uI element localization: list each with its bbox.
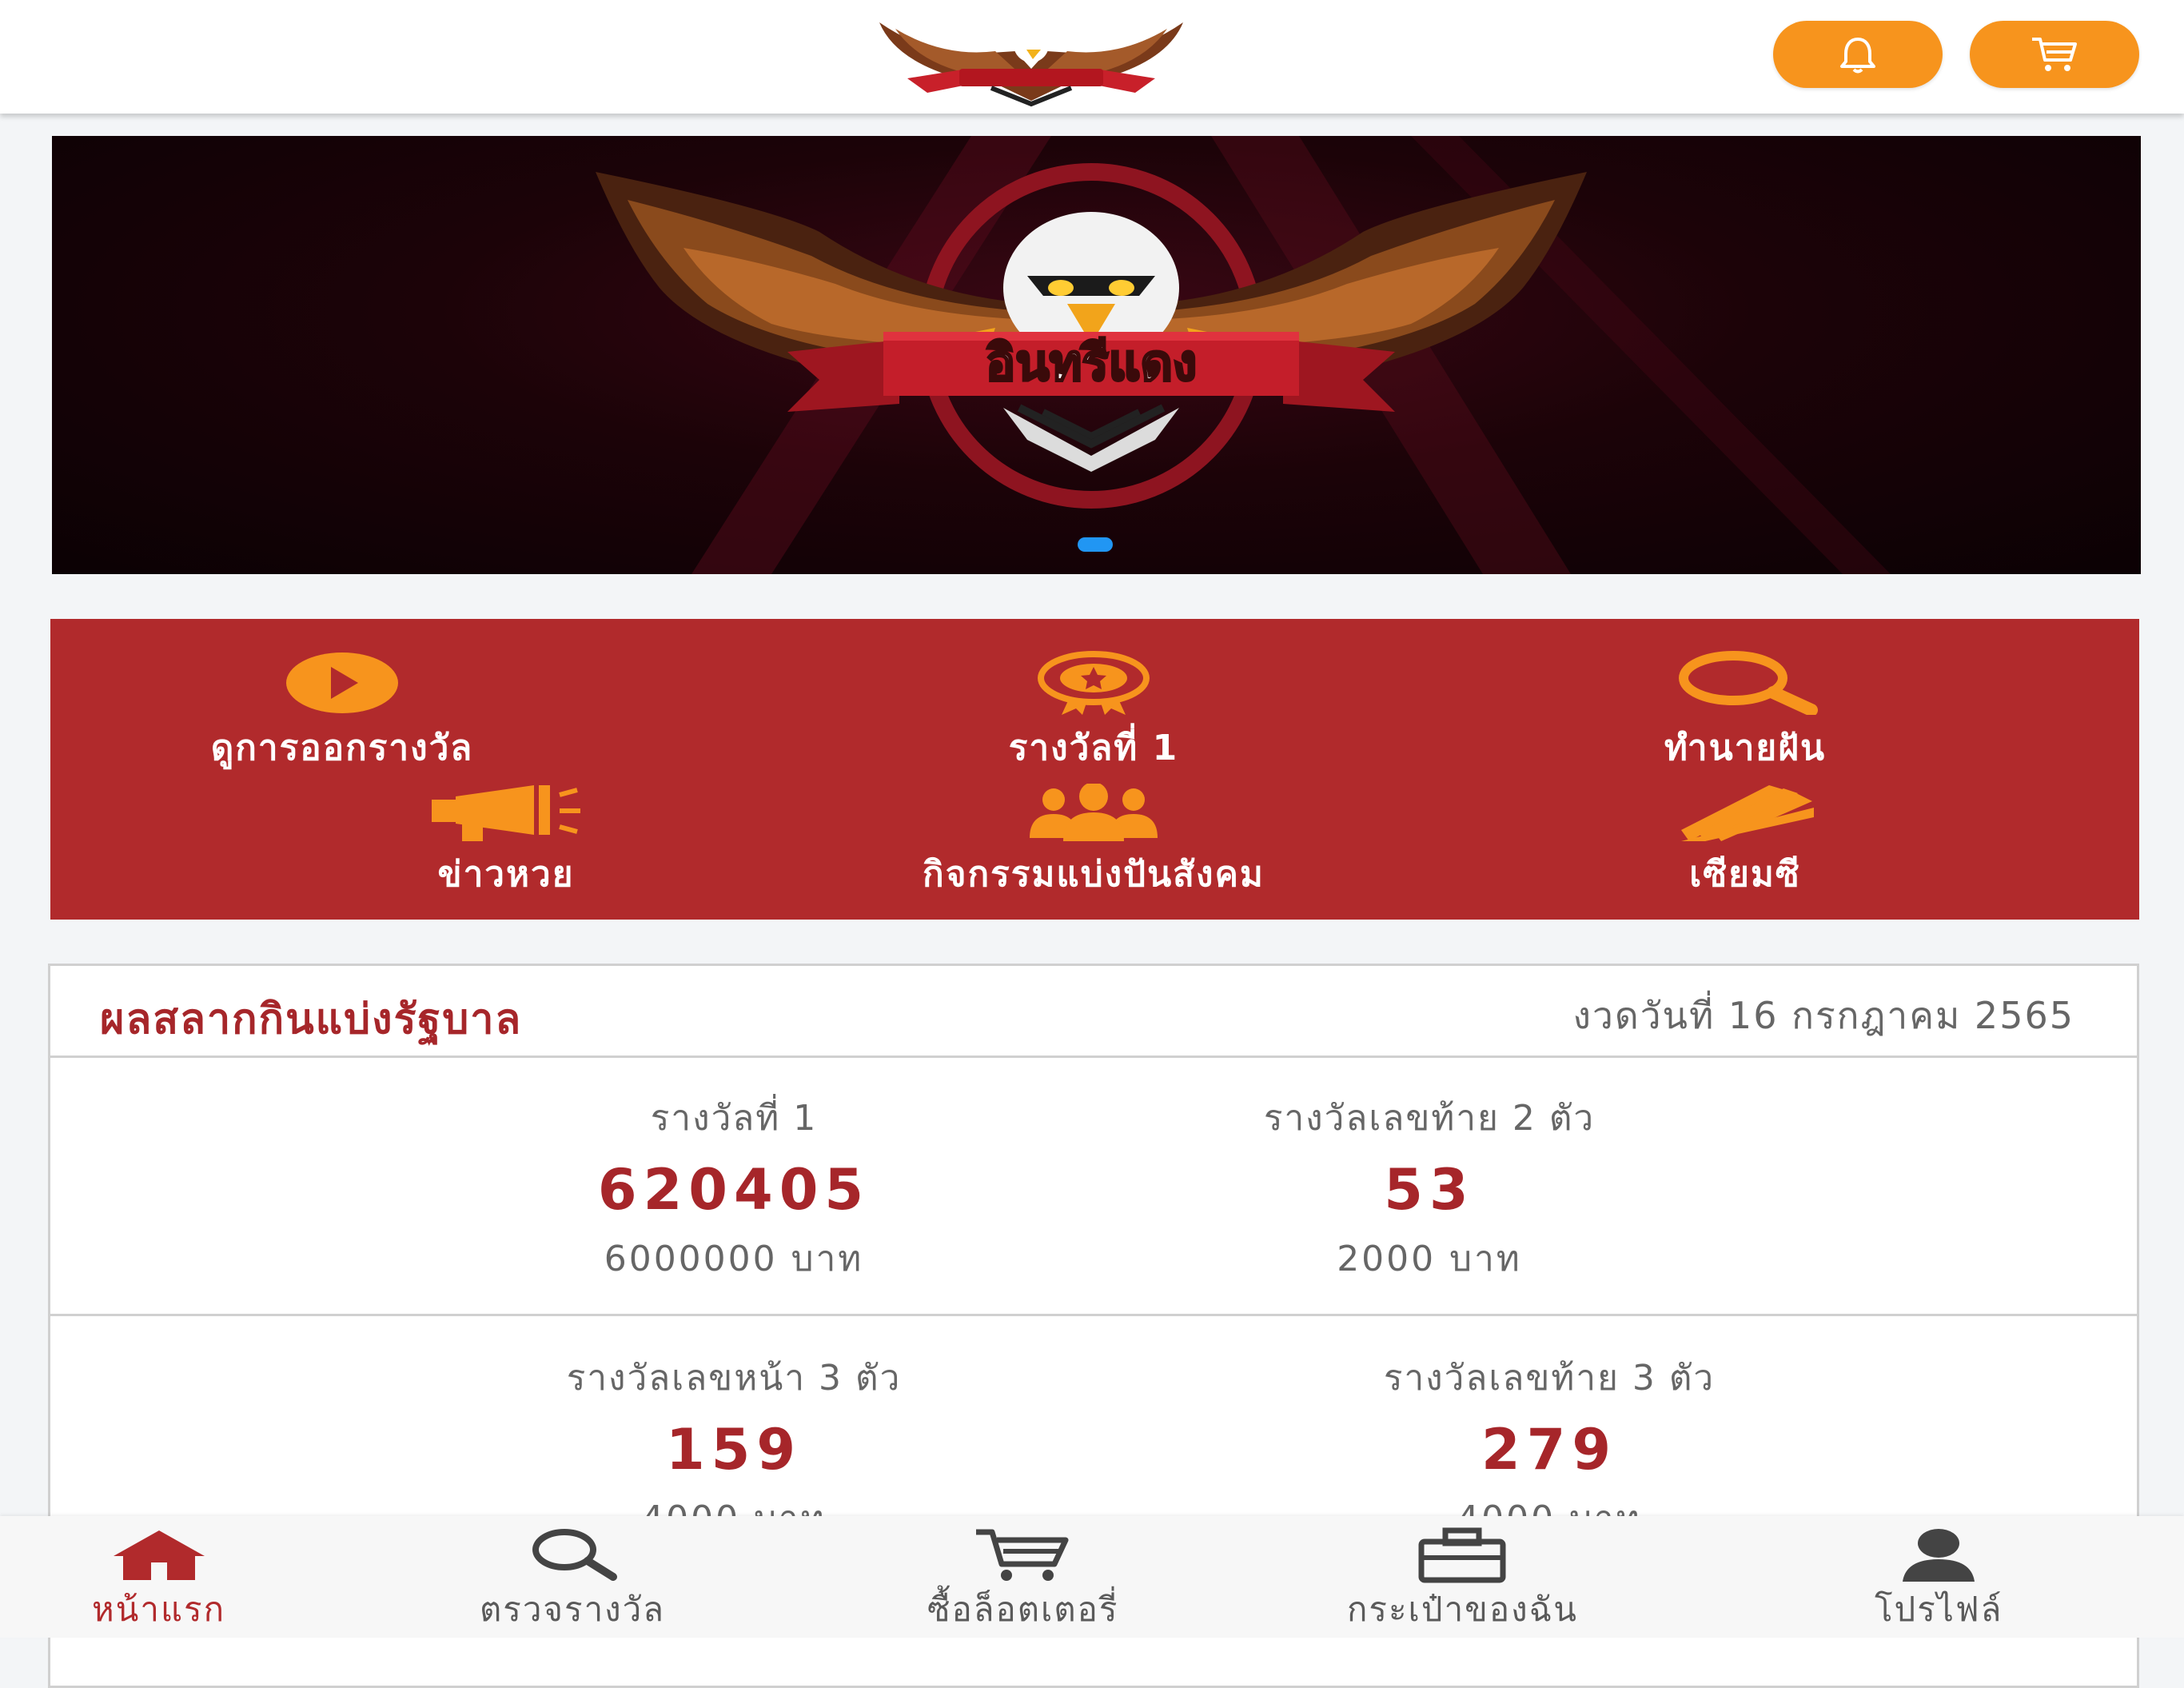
quick-menu-item-fortune-sticks[interactable]: เซียมซี — [1633, 784, 1857, 902]
results-title: ผลสลากกินแบ่งรัฐบาล — [100, 996, 523, 1044]
cart-icon — [2032, 38, 2077, 71]
nav-label: ซื้อล็อตเตอรี่ — [927, 1590, 1119, 1629]
banner-brand-text: อินทรีแดง — [986, 333, 1197, 392]
nav-label: กระเป๋าของฉัน — [1347, 1590, 1578, 1629]
nav-item-home[interactable]: หน้าแรก — [92, 1527, 225, 1636]
people-icon — [1030, 784, 1158, 841]
prize-label: รางวัลที่ 1 — [650, 1098, 818, 1139]
quick-menu-item-lottery-news[interactable]: ข่าวหวย — [346, 784, 666, 902]
card-divider — [50, 1314, 2137, 1316]
home-icon — [113, 1530, 205, 1580]
play-icon — [286, 652, 398, 713]
quick-menu-label: ทำนายฝัน — [1664, 728, 1827, 768]
nav-item-profile[interactable]: โปรไฟล์ — [1875, 1527, 2003, 1636]
prize-label: รางวัลเลขหน้า 3 ตัว — [566, 1358, 902, 1399]
bottom-navigation: หน้าแรก ตรวจรางวัล ซื้อล็อตเตอรี่ กระเป๋… — [0, 1516, 2184, 1638]
cart-button[interactable] — [1970, 21, 2139, 88]
quick-menu-label: ดูการออกรางวัล — [210, 728, 474, 768]
prize-label: รางวัลเลขท้าย 3 ตัว — [1383, 1358, 1716, 1399]
quick-menu-label: ข่าวหวย — [437, 854, 575, 895]
prize-label: รางวัลเลขท้าย 2 ตัว — [1263, 1098, 1596, 1139]
prize-number: 159 — [665, 1417, 803, 1482]
search-icon — [1679, 651, 1818, 715]
quick-menu-item-social-activity[interactable]: กิจกรรมแบ่งปันสังคม — [794, 784, 1393, 902]
search-icon — [532, 1529, 617, 1581]
megaphone-icon — [432, 785, 580, 841]
quick-menu-item-dream-prediction[interactable]: ทำนายฝัน — [1613, 651, 1877, 776]
prize-number: 279 — [1481, 1417, 1618, 1482]
bell-icon — [1840, 38, 1875, 74]
prize-first: รางวัลที่ 1 620405 6000000 บาท — [374, 1090, 1094, 1287]
prize-last-two-digits: รางวัลเลขท้าย 2 ตัว 53 2000 บาท — [1070, 1090, 1789, 1287]
wallet-icon — [1418, 1527, 1506, 1583]
user-icon — [1903, 1529, 1975, 1582]
quick-menu-label: รางวัลที่ 1 — [1008, 728, 1179, 768]
prize-amount: 6000000 บาท — [604, 1239, 864, 1279]
eagle-logo-icon[interactable] — [863, 5, 1199, 107]
prize-number: 53 — [1384, 1157, 1475, 1223]
nav-label: โปรไฟล์ — [1875, 1590, 2003, 1629]
eagle-emblem-icon: อินทรีแดง — [596, 136, 1891, 574]
promo-banner-carousel[interactable]: อินทรีแดง — [52, 136, 2141, 574]
nav-item-check-prize[interactable]: ตรวจรางวัล — [480, 1527, 665, 1636]
quick-menu-item-first-prize[interactable]: รางวัลที่ 1 — [946, 651, 1241, 776]
quick-menu-label: กิจกรรมแบ่งปันสังคม — [923, 854, 1265, 895]
prize-amount: 2000 บาท — [1337, 1239, 1522, 1279]
quick-menu-item-watch-draw[interactable]: ดูการออกรางวัล — [210, 651, 474, 776]
nav-item-buy-lottery[interactable]: ซื้อล็อตเตอรี่ — [927, 1527, 1118, 1636]
notification-button[interactable] — [1773, 21, 1943, 88]
quick-menu: ดูการออกรางวัล รางวัลที่ 1 ทำนายฝัน ข่าว… — [50, 619, 2139, 920]
results-draw-date: งวดวันที่ 16 กรกฎาคม 2565 — [1572, 994, 2074, 1037]
cart-icon — [975, 1529, 1069, 1581]
fortune-sticks-icon — [1681, 785, 1814, 841]
results-card-header: ผลสลากกินแบ่งรัฐบาล งวดวันที่ 16 กรกฎาคม… — [50, 966, 2137, 1058]
nav-label: ตรวจรางวัล — [480, 1590, 665, 1629]
carousel-indicator-dot[interactable] — [1078, 537, 1113, 552]
nav-label: หน้าแรก — [92, 1590, 226, 1629]
quick-menu-label: เซียมซี — [1689, 854, 1801, 895]
prize-number: 620405 — [597, 1157, 871, 1223]
app-header — [0, 0, 2184, 114]
award-icon — [1038, 651, 1150, 715]
nav-item-my-wallet[interactable]: กระเป๋าของฉัน — [1347, 1527, 1578, 1636]
